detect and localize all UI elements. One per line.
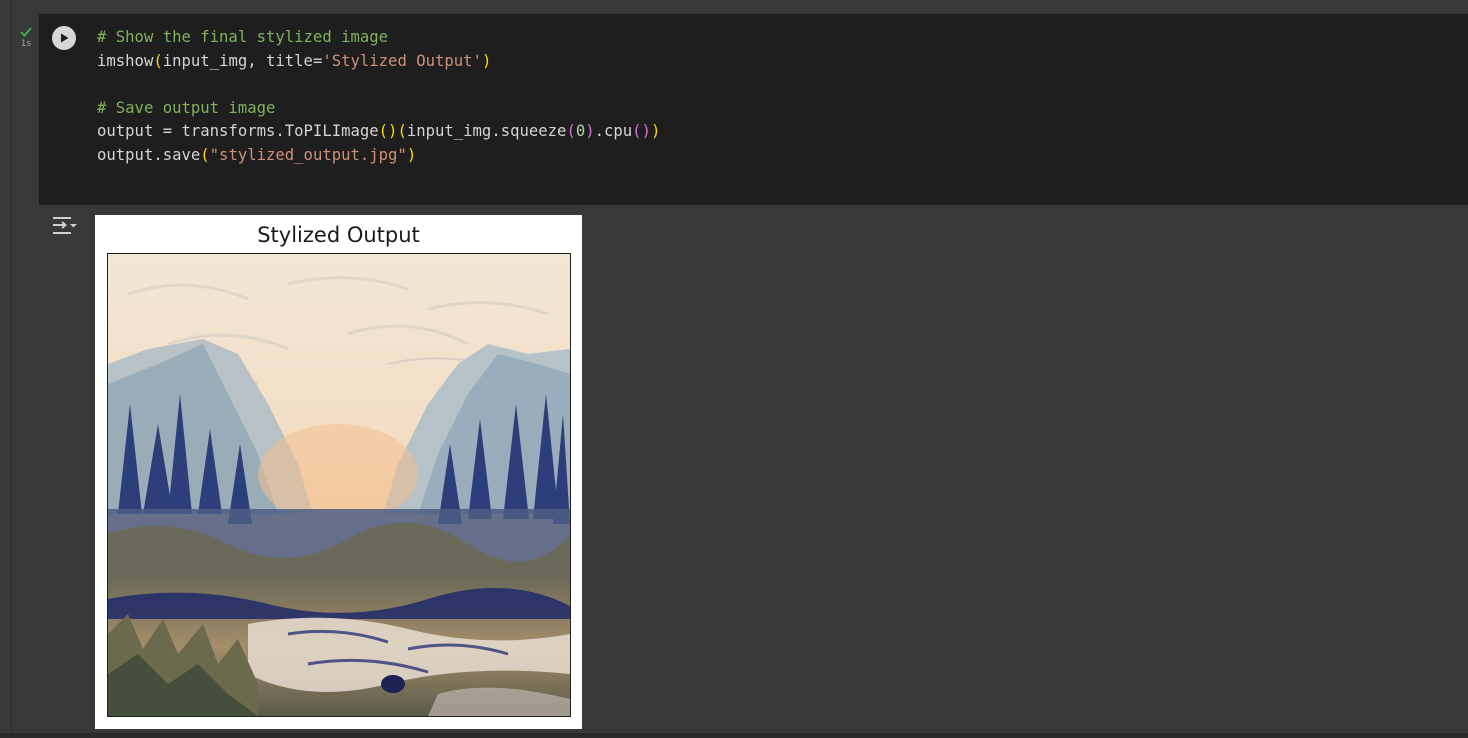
cell-status: 1s: [15, 26, 37, 49]
code-func: imshow: [97, 51, 154, 70]
code-cell[interactable]: # Show the final stylized image imshow(i…: [39, 14, 1468, 205]
bottom-bar: [0, 733, 1468, 738]
figure-title: Stylized Output: [257, 223, 420, 247]
code-comment: # Show the final stylized image: [97, 28, 389, 46]
stylized-image: [107, 253, 571, 717]
code-paren: (: [397, 122, 407, 141]
gutter-line: [11, 0, 12, 738]
code-paren: (): [632, 122, 651, 141]
code-text: output.save: [97, 145, 201, 164]
code-text: output = transforms.ToPILImage: [97, 122, 379, 141]
code-paren: (): [378, 122, 398, 141]
code-comment: # Save output image: [97, 98, 276, 117]
code-string: "stylized_output.jpg": [209, 145, 407, 164]
run-cell-button[interactable]: [52, 26, 76, 50]
code-args: input_img, title=: [162, 51, 323, 70]
code-text: input_img.squeeze: [406, 122, 567, 141]
code-paren: ): [406, 145, 417, 164]
code-text: .cpu: [594, 122, 633, 141]
code-paren: ): [650, 122, 661, 141]
code-editor[interactable]: # Show the final stylized image imshow(i…: [97, 26, 660, 168]
code-paren: ): [585, 122, 595, 141]
check-icon: [20, 27, 32, 37]
play-icon: [61, 33, 69, 43]
execution-time: 1s: [20, 39, 32, 49]
output-collapse-icon[interactable]: [51, 214, 79, 238]
code-paren: (: [566, 122, 576, 141]
code-paren: (: [153, 51, 163, 70]
code-string: 'Stylized Output': [322, 51, 482, 70]
code-number: 0: [575, 122, 586, 141]
output-figure: Stylized Output: [95, 215, 582, 729]
top-strip: [0, 0, 1468, 13]
code-paren: ): [481, 51, 492, 70]
code-paren: (: [200, 145, 210, 164]
